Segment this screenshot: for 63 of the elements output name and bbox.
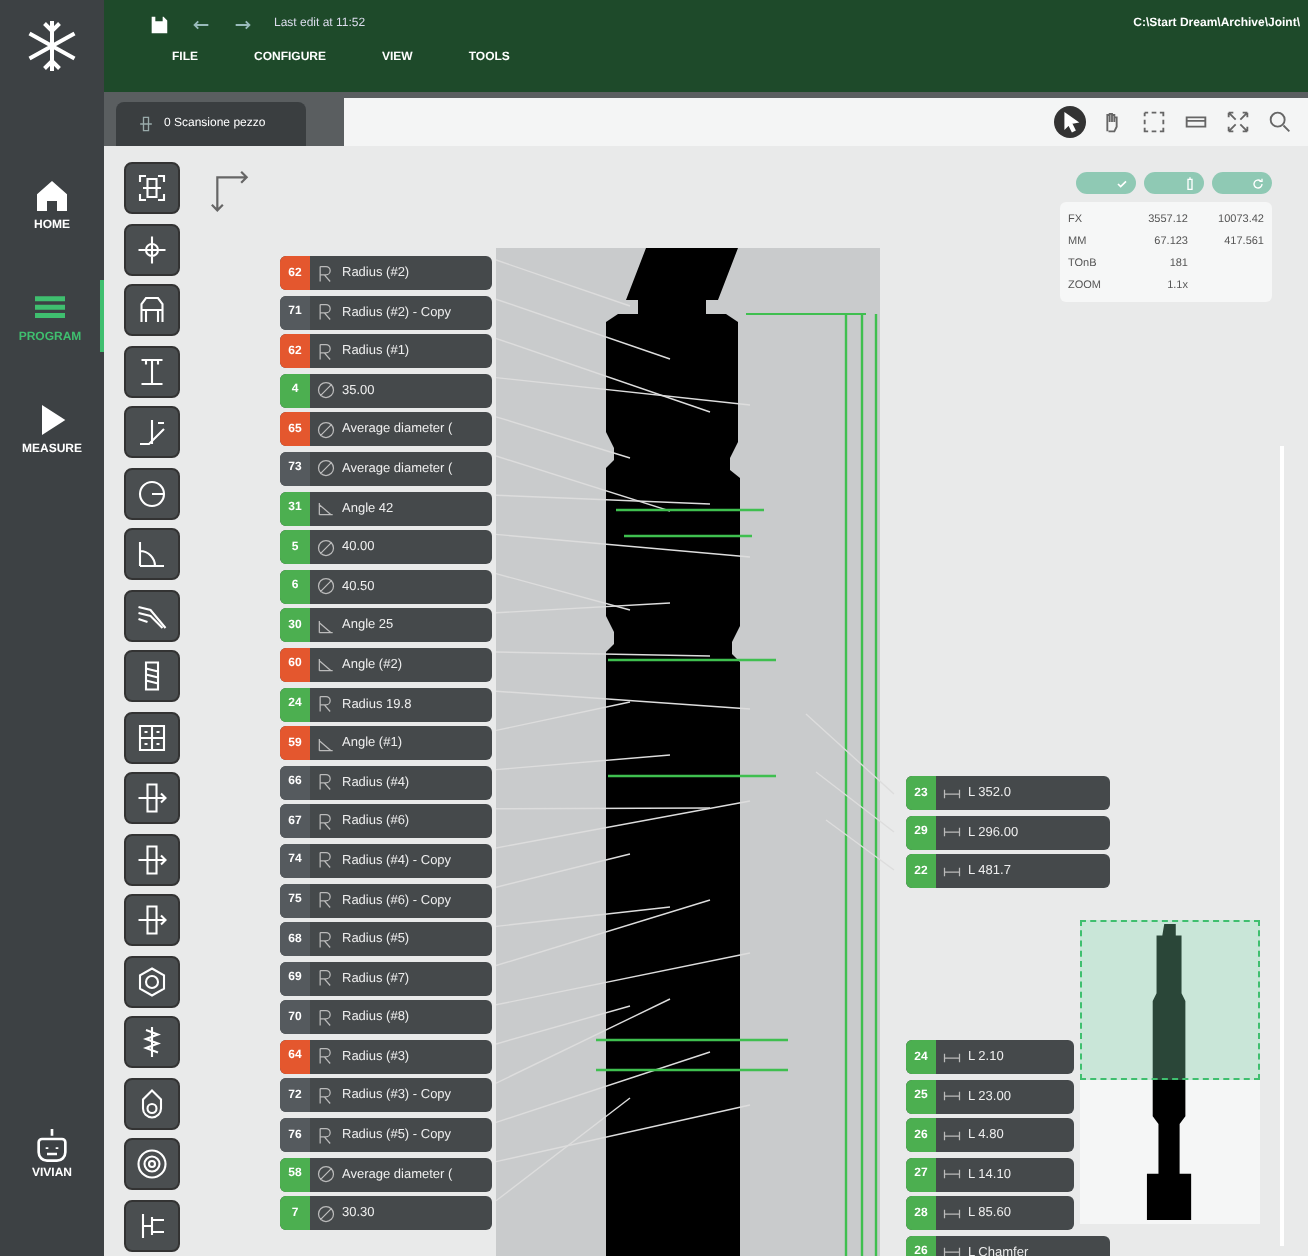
nut-tool-button[interactable] [124, 955, 180, 1007]
spring-tool-button[interactable] [124, 1016, 180, 1068]
profile-tool-button[interactable] [124, 589, 180, 641]
chamfer-tool-button[interactable] [124, 406, 180, 458]
grid-tool-button[interactable] [124, 711, 180, 763]
radius-icon [316, 1046, 336, 1067]
rotate-tool-button[interactable] [124, 772, 180, 824]
gear-icon [132, 1146, 172, 1182]
angle-icon [316, 733, 336, 754]
part-icon [136, 114, 156, 134]
angle-icon [316, 615, 336, 636]
diameter-icon [316, 537, 336, 558]
radius-icon [316, 929, 336, 950]
radius-icon [316, 302, 336, 323]
fit-icon [1224, 108, 1252, 136]
gear-tool-button[interactable] [124, 1138, 180, 1190]
axes-icon [210, 170, 254, 214]
gauge-tool-button[interactable] [124, 284, 180, 336]
diameter-icon [316, 1203, 336, 1224]
length-icon [942, 1242, 962, 1256]
target-tool-button[interactable] [124, 223, 180, 275]
pointer-tool-button[interactable] [1054, 106, 1086, 138]
radius-icon [316, 694, 336, 715]
select-tool-button[interactable] [1138, 106, 1170, 138]
radius-icon [316, 1085, 336, 1106]
rotate-tool-button[interactable] [124, 833, 180, 885]
toggle-button[interactable] [1144, 172, 1204, 194]
viewport-frame[interactable] [1080, 920, 1260, 1080]
refresh-icon [1250, 175, 1266, 191]
toggle-button[interactable] [1076, 172, 1136, 194]
radius-icon [316, 772, 336, 793]
rotate-tool-button[interactable] [124, 894, 180, 946]
diameter-icon [316, 458, 336, 479]
radius-icon [316, 1007, 336, 1028]
step-tool-button[interactable] [124, 1199, 180, 1251]
radius-icon [316, 263, 336, 283]
select-icon [1140, 108, 1168, 136]
robot-face-icon [32, 1124, 72, 1164]
search-icon [1266, 108, 1294, 136]
circle-tool-button[interactable] [124, 467, 180, 519]
diameter-icon [316, 419, 336, 440]
radius-icon [316, 968, 336, 989]
angle-icon [316, 498, 336, 519]
battery-icon [1182, 175, 1198, 191]
home-icon [32, 176, 72, 216]
radius-icon [316, 811, 336, 832]
ring-tool-button[interactable] [124, 1077, 180, 1129]
angle-tool-button[interactable] [124, 528, 180, 580]
fit-tool-button[interactable] [124, 162, 180, 214]
radius-icon [316, 1125, 336, 1146]
diameter-icon [316, 1164, 336, 1185]
toggle-button[interactable] [1212, 172, 1272, 194]
angle-icon [316, 654, 336, 675]
save-icon[interactable] [148, 13, 170, 35]
height-tool-button[interactable] [124, 345, 180, 397]
search-tool-button[interactable] [1264, 106, 1296, 138]
check-icon [1114, 175, 1130, 191]
diameter-icon [316, 380, 336, 401]
diameter-icon [316, 576, 336, 597]
thread-tool-button[interactable] [124, 650, 180, 702]
radius-icon [316, 341, 336, 362]
radius-icon [316, 890, 336, 910]
radius-icon [316, 850, 336, 871]
